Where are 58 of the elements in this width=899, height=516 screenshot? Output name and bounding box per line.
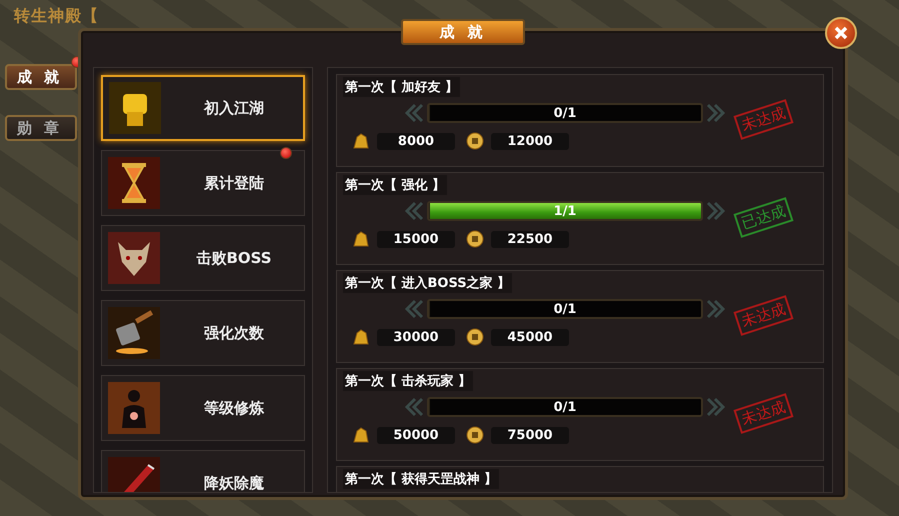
category-label: 强化次数	[203, 324, 265, 342]
close-icon	[833, 25, 849, 41]
category-label: 累计登陆	[203, 174, 265, 192]
side-tab[interactable]: 勋 章	[5, 115, 77, 141]
chevron-ornament-icon	[705, 103, 725, 123]
coin-reward-amount: 75000	[491, 426, 569, 444]
chevron-ornament-icon	[405, 103, 425, 123]
status-stamp: 未达成	[733, 295, 794, 336]
map-label: 转生神殿【	[14, 6, 99, 27]
chevron-ornament-icon	[705, 397, 725, 417]
figurine-icon	[351, 131, 371, 151]
status-stamp: 未达成	[733, 393, 794, 434]
chevron-ornament-icon	[405, 397, 425, 417]
progress-text: 1/1	[552, 203, 578, 219]
coin-icon	[465, 229, 485, 249]
status-stamp: 已达成	[733, 197, 794, 238]
progress-text: 0/1	[552, 301, 578, 317]
category-item[interactable]: 等级修炼	[101, 375, 305, 441]
close-button[interactable]	[825, 17, 857, 49]
chevron-ornament-icon	[705, 201, 725, 221]
category-item[interactable]: 强化次数	[101, 300, 305, 366]
coin-reward-amount: 45000	[491, 328, 569, 346]
figurine-icon	[351, 229, 371, 249]
ingot-reward-amount: 8000	[377, 132, 455, 150]
figurine-icon	[351, 425, 371, 445]
achievement-title: 第一次【 击杀玩家 】	[343, 371, 474, 391]
coin-icon	[465, 327, 485, 347]
category-label: 初入江湖	[202, 98, 265, 118]
category-label: 等级修炼	[203, 398, 266, 418]
achievement-title: 第一次【 强化 】	[343, 175, 448, 195]
figurine-icon	[351, 327, 371, 347]
ingot-reward-amount: 30000	[377, 328, 455, 346]
coin-icon	[465, 131, 485, 151]
achievement-title: 第一次【 获得天罡战神 】	[343, 469, 500, 489]
progress-text: 0/1	[552, 399, 578, 415]
dialog-title: 成 就	[401, 19, 525, 45]
category-label: 击败BOSS	[195, 248, 273, 268]
category-item[interactable]: 初入江湖	[101, 75, 305, 141]
hourglass-icon	[108, 157, 160, 209]
achievement-title: 第一次【 加好友 】	[343, 77, 460, 97]
chevron-ornament-icon	[405, 299, 425, 319]
meditating-figure-icon	[108, 382, 160, 434]
category-label: 降妖除魔	[203, 474, 265, 492]
coin-reward-amount: 12000	[491, 132, 569, 150]
achievement-title: 第一次【 进入BOSS之家 】	[343, 273, 512, 293]
ingot-reward-amount: 15000	[377, 230, 455, 248]
chevron-ornament-icon	[405, 201, 425, 221]
hammer-icon	[108, 307, 160, 359]
ingot-reward-amount: 50000	[377, 426, 455, 444]
side-tab[interactable]: 成 就	[5, 64, 77, 90]
status-stamp: 未达成	[733, 99, 794, 140]
progress-text: 0/1	[552, 105, 578, 121]
category-item[interactable]: 击败BOSS	[101, 225, 305, 291]
coin-reward-amount: 22500	[491, 230, 569, 248]
chevron-ornament-icon	[705, 299, 725, 319]
coin-icon	[465, 425, 485, 445]
category-item[interactable]: 降妖除魔	[101, 450, 305, 492]
category-item[interactable]: 累计登陆	[101, 150, 305, 216]
